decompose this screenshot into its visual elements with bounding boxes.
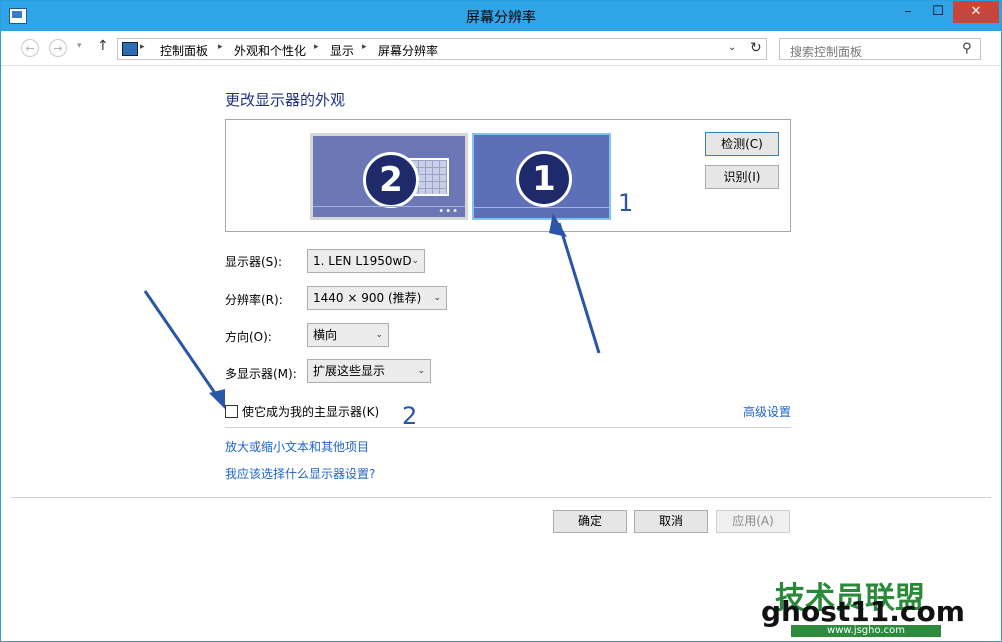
annotation-number-1: 1: [618, 189, 634, 217]
annotation-arrowhead-1: [549, 213, 567, 237]
annotation-arrow-2: [143, 290, 221, 400]
annotation-arrow-1: [557, 222, 601, 354]
watermark-subtitle: www.jsgho.com: [791, 625, 941, 637]
annotation-number-2: 2: [402, 402, 418, 430]
window: 屏幕分辨率 – ☐ ✕ ← → ▾ ↑ ▸ 控制面板 ▸ 外观和个性化 ▸ 显示…: [0, 0, 1002, 642]
watermark-url: ghost11.com: [761, 595, 965, 628]
annotation-arrowhead-2: [209, 389, 225, 409]
annotation-arrows: [143, 213, 601, 409]
watermark: 技术员联盟 ghost11.com www.jsgho.com: [741, 573, 999, 639]
